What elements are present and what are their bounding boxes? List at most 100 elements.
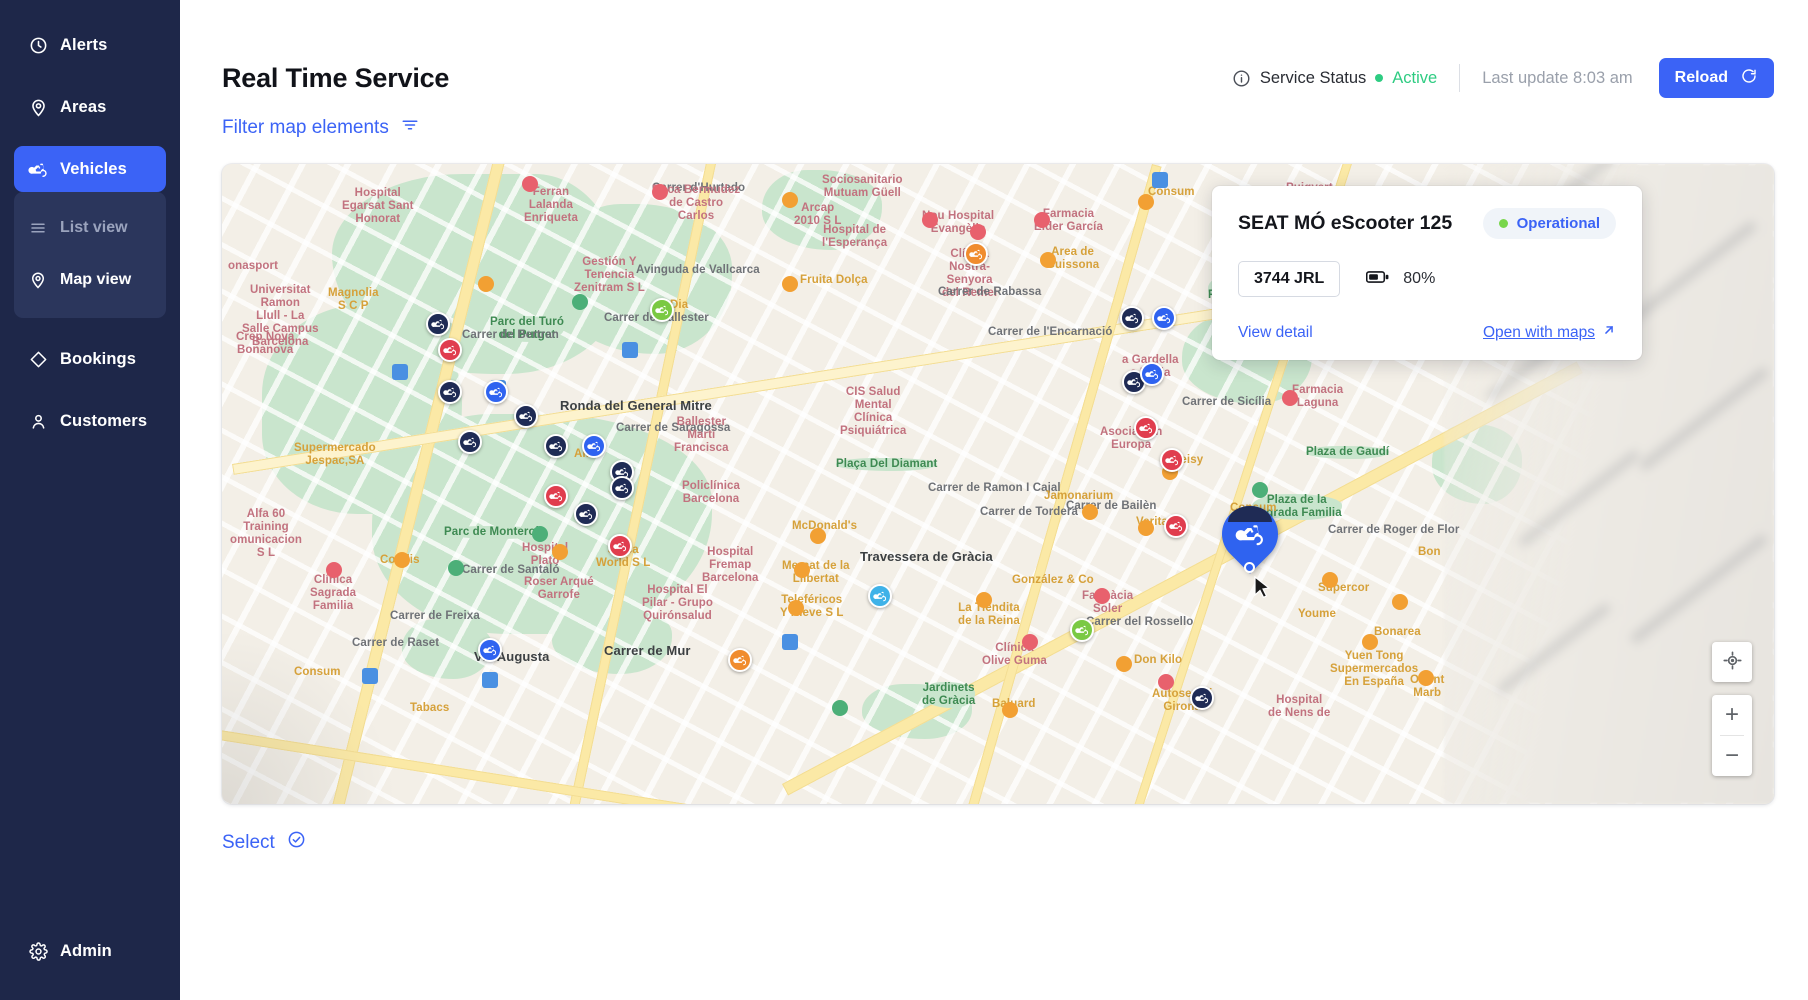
vehicle-marker[interactable] <box>1152 306 1176 330</box>
vehicle-marker[interactable] <box>964 242 988 266</box>
sidebar-submenu-vehicles: List view Map view <box>14 192 166 318</box>
vehicle-marker[interactable] <box>544 434 568 458</box>
vehicle-marker[interactable] <box>426 312 450 336</box>
map-poi-icon <box>1282 390 1298 406</box>
map-poi-icon <box>970 224 986 240</box>
vehicle-marker[interactable] <box>574 502 598 526</box>
sidebar-item-map-view[interactable]: Map view <box>14 258 166 302</box>
main-content: Real Time Service Service Status Active … <box>180 0 1808 1000</box>
reload-button-label: Reload <box>1674 69 1728 86</box>
vehicle-marker[interactable] <box>1164 514 1188 538</box>
sidebar-item-customers[interactable]: Customers <box>14 398 166 444</box>
map-poi-icon <box>1152 172 1168 188</box>
selected-vehicle-marker[interactable] <box>1210 494 1290 578</box>
select-label: Select <box>222 831 275 853</box>
vehicle-marker[interactable] <box>1134 416 1158 440</box>
map-shadow-corner <box>222 634 402 804</box>
sidebar-item-areas[interactable]: Areas <box>14 84 166 130</box>
scooter-icon <box>28 159 48 179</box>
diamond-icon <box>28 349 48 369</box>
vehicle-marker[interactable] <box>458 430 482 454</box>
refresh-icon <box>1740 67 1758 90</box>
vehicle-marker[interactable] <box>1120 306 1144 330</box>
pin-icon <box>28 97 48 117</box>
vehicle-marker[interactable] <box>1160 448 1184 472</box>
info-circle-icon <box>1232 69 1251 88</box>
external-link-icon <box>1602 323 1616 342</box>
reload-button[interactable]: Reload <box>1658 58 1774 98</box>
vehicle-marker[interactable] <box>582 434 606 458</box>
sidebar-item-alerts[interactable]: Alerts <box>14 22 166 68</box>
user-icon <box>28 411 48 431</box>
vehicle-marker[interactable] <box>544 484 568 508</box>
sidebar-footer: Admin <box>0 928 180 1000</box>
filter-map-elements-button[interactable]: Filter map elements <box>222 116 419 140</box>
vehicle-marker[interactable] <box>728 648 752 672</box>
vehicle-marker[interactable] <box>1070 618 1094 642</box>
check-circle-icon <box>287 830 306 855</box>
vehicle-marker[interactable] <box>650 298 674 322</box>
vehicle-marker[interactable] <box>1140 362 1164 386</box>
map-poi-icon <box>788 600 804 616</box>
top-bar-right: Service Status Active Last update 8:03 a… <box>1232 58 1774 98</box>
vehicle-marker[interactable] <box>484 380 508 404</box>
map-poi-icon <box>1094 588 1110 604</box>
map-poi-icon <box>1040 252 1056 268</box>
page-title: Real Time Service <box>222 62 450 93</box>
sidebar-item-bookings[interactable]: Bookings <box>14 336 166 382</box>
map-poi-icon <box>1322 572 1338 588</box>
status-dot <box>1375 74 1384 82</box>
status-badge: Active <box>1392 68 1438 87</box>
map-poi-icon <box>782 634 798 650</box>
vehicle-info-card[interactable]: SEAT MÓ eScooter 125 Operational 3744 JR… <box>1212 186 1642 360</box>
map-poi-icon <box>794 562 810 578</box>
filter-row: Filter map elements <box>180 110 1808 140</box>
filter-label: Filter map elements <box>222 117 389 138</box>
map-poi-icon <box>922 212 938 228</box>
info-card-header: SEAT MÓ eScooter 125 Operational <box>1238 208 1616 239</box>
sidebar-item-vehicles[interactable]: Vehicles <box>14 146 166 192</box>
sidebar-item-list-view[interactable]: List view <box>14 206 166 250</box>
my-location-icon <box>1722 650 1743 674</box>
clock-icon <box>28 35 48 55</box>
map-poi-icon <box>976 592 992 608</box>
map-poi-icon <box>1138 520 1154 536</box>
map-poi-icon <box>1034 212 1050 228</box>
vehicle-marker[interactable] <box>514 404 538 428</box>
info-card-body: 3744 JRL 80% <box>1238 261 1616 297</box>
map-poi-icon <box>1418 670 1434 686</box>
sidebar-item-label: Alerts <box>60 35 108 54</box>
map-poi-icon <box>552 544 568 560</box>
map-poi-icon <box>362 668 378 684</box>
zoom-in-button[interactable]: + <box>1712 695 1752 735</box>
map-poi-icon <box>482 672 498 688</box>
map-poi-icon <box>782 192 798 208</box>
sidebar-item-admin[interactable]: Admin <box>14 928 166 974</box>
map-poi-icon <box>1362 634 1378 650</box>
battery-icon <box>1366 270 1390 289</box>
vehicle-marker[interactable] <box>438 380 462 404</box>
select-button[interactable]: Select <box>222 830 306 855</box>
info-card-footer: View detail Open with maps <box>1238 323 1616 342</box>
my-location-button[interactable] <box>1712 642 1752 682</box>
map-container[interactable]: onasport Hospital Egarsat Sant Honorat Uni… <box>222 164 1774 804</box>
map-poi-icon <box>810 528 826 544</box>
vehicle-marker[interactable] <box>868 584 892 608</box>
view-detail-link[interactable]: View detail <box>1238 324 1313 342</box>
open-with-maps-link[interactable]: Open with maps <box>1483 323 1616 342</box>
vehicle-marker[interactable] <box>1190 686 1214 710</box>
zoom-out-button[interactable]: − <box>1712 736 1752 776</box>
map-poi-icon <box>532 526 548 542</box>
vehicle-marker[interactable] <box>438 338 462 362</box>
service-status: Service Status Active <box>1232 69 1437 88</box>
license-plate: 3744 JRL <box>1238 261 1341 297</box>
vehicle-marker[interactable] <box>610 476 634 500</box>
map-poi-icon <box>1252 482 1268 498</box>
status-dot <box>1498 219 1508 228</box>
vehicle-marker[interactable] <box>608 534 632 558</box>
scooter-icon <box>1222 518 1278 550</box>
vehicle-marker[interactable] <box>478 638 502 662</box>
map-poi-icon <box>394 552 410 568</box>
status-badge: Operational <box>1482 208 1616 239</box>
